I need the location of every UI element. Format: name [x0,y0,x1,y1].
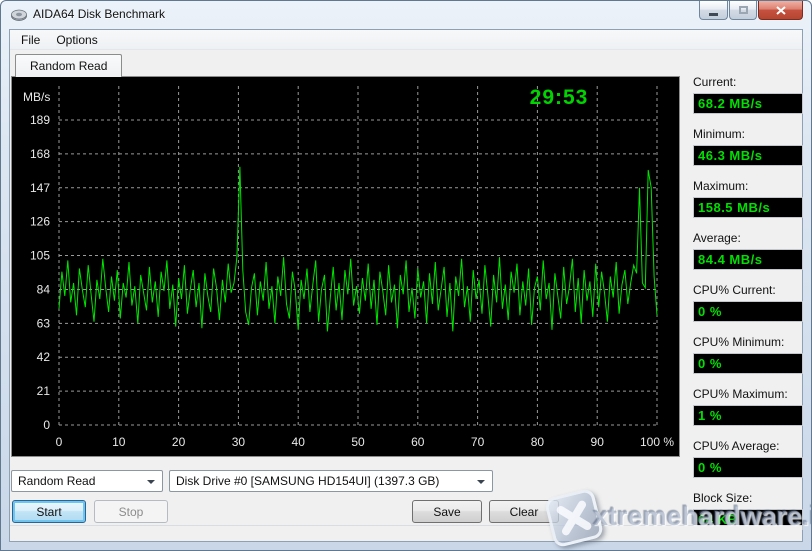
stat-label: Maximum: [693,179,803,193]
title-bar[interactable]: AIDA64 Disk Benchmark [1,1,811,29]
stat-label: CPU% Current: [693,283,803,297]
svg-text:0: 0 [43,418,50,432]
stat-cpu-average: CPU% Average: 0 % [693,439,803,478]
svg-text:126: 126 [30,215,50,229]
stat-minimum: Minimum: 46.3 MB/s [693,127,803,166]
stat-value: 158.5 MB/s [693,197,803,218]
svg-text:40: 40 [292,435,306,449]
stat-cpu-minimum: CPU% Minimum: 0 % [693,335,803,374]
svg-text:21: 21 [37,384,51,398]
menu-options[interactable]: Options [48,31,105,49]
stat-value: 1 % [693,405,803,426]
stat-label: CPU% Average: [693,439,803,453]
stat-label: Block Size: [693,491,803,505]
tab-random-read[interactable]: Random Read [15,54,122,77]
client-area: File Options Random Read 0 10 20 30 40 50 60 70… [9,29,803,542]
stats-panel: Current: 68.2 MB/s Minimum: 46.3 MB/s Ma… [693,75,803,543]
save-button[interactable]: Save [412,500,482,523]
svg-text:189: 189 [30,113,50,127]
close-icon [776,6,786,15]
svg-text:MB/s: MB/s [23,90,50,104]
stat-label: Average: [693,231,803,245]
minimize-icon [709,13,718,16]
minimize-button[interactable] [699,1,728,20]
chart-panel: 0 10 20 30 40 50 60 70 80 90 100 % 0 21 42 63 84 105 126 1… [11,76,680,457]
clear-button[interactable]: Clear [489,500,559,523]
stat-maximum: Maximum: 158.5 MB/s [693,179,803,218]
disk-drive-value: Disk Drive #0 [SAMSUNG HD154UI] (1397.3 … [176,474,439,488]
benchmark-type-value: Random Read [18,474,95,488]
menu-bar: File Options [10,30,802,50]
stat-label: Minimum: [693,127,803,141]
close-button[interactable] [758,1,803,20]
maximize-icon [739,6,748,14]
elapsed-time: 29:53 [499,86,619,110]
stat-value: 0 % [693,353,803,374]
benchmark-type-select[interactable]: Random Read [11,470,163,492]
svg-text:30: 30 [232,435,246,449]
svg-text:0: 0 [56,435,63,449]
app-window: AIDA64 Disk Benchmark File Options Rando… [0,0,812,551]
svg-text:100 %: 100 % [640,435,674,449]
svg-text:60: 60 [411,435,425,449]
svg-text:42: 42 [37,350,51,364]
stat-label: CPU% Maximum: [693,387,803,401]
svg-text:10: 10 [112,435,126,449]
stat-value: 0 % [693,301,803,322]
svg-text:63: 63 [37,316,51,330]
disk-drive-select[interactable]: Disk Drive #0 [SAMSUNG HD154UI] (1397.3 … [169,470,493,492]
svg-text:80: 80 [531,435,545,449]
svg-text:70: 70 [471,435,485,449]
app-disk-icon [11,8,27,22]
status-bar [10,525,802,541]
stat-average: Average: 84.4 MB/s [693,231,803,270]
stat-current: Current: 68.2 MB/s [693,75,803,114]
stat-label: Current: [693,75,803,89]
svg-text:147: 147 [30,181,50,195]
chevron-down-icon [477,480,485,484]
stat-cpu-maximum: CPU% Maximum: 1 % [693,387,803,426]
svg-text:90: 90 [591,435,605,449]
svg-text:84: 84 [37,282,51,296]
stat-value: 84.4 MB/s [693,249,803,270]
stop-button[interactable]: Stop [94,500,168,523]
maximize-button[interactable] [729,1,757,20]
menu-file[interactable]: File [13,31,48,49]
stat-label: CPU% Minimum: [693,335,803,349]
start-button[interactable]: Start [12,500,86,523]
svg-text:20: 20 [172,435,186,449]
stat-value: 68.2 MB/s [693,93,803,114]
stat-value: 0 % [693,457,803,478]
window-title: AIDA64 Disk Benchmark [33,7,165,21]
stat-value: 46.3 MB/s [693,145,803,166]
svg-text:105: 105 [30,249,50,263]
svg-text:50: 50 [351,435,365,449]
stat-cpu-current: CPU% Current: 0 % [693,283,803,322]
chevron-down-icon [147,480,155,484]
svg-text:168: 168 [30,147,50,161]
benchmark-chart: 0 10 20 30 40 50 60 70 80 90 100 % 0 21 42 63 84 105 126 1… [12,77,679,456]
